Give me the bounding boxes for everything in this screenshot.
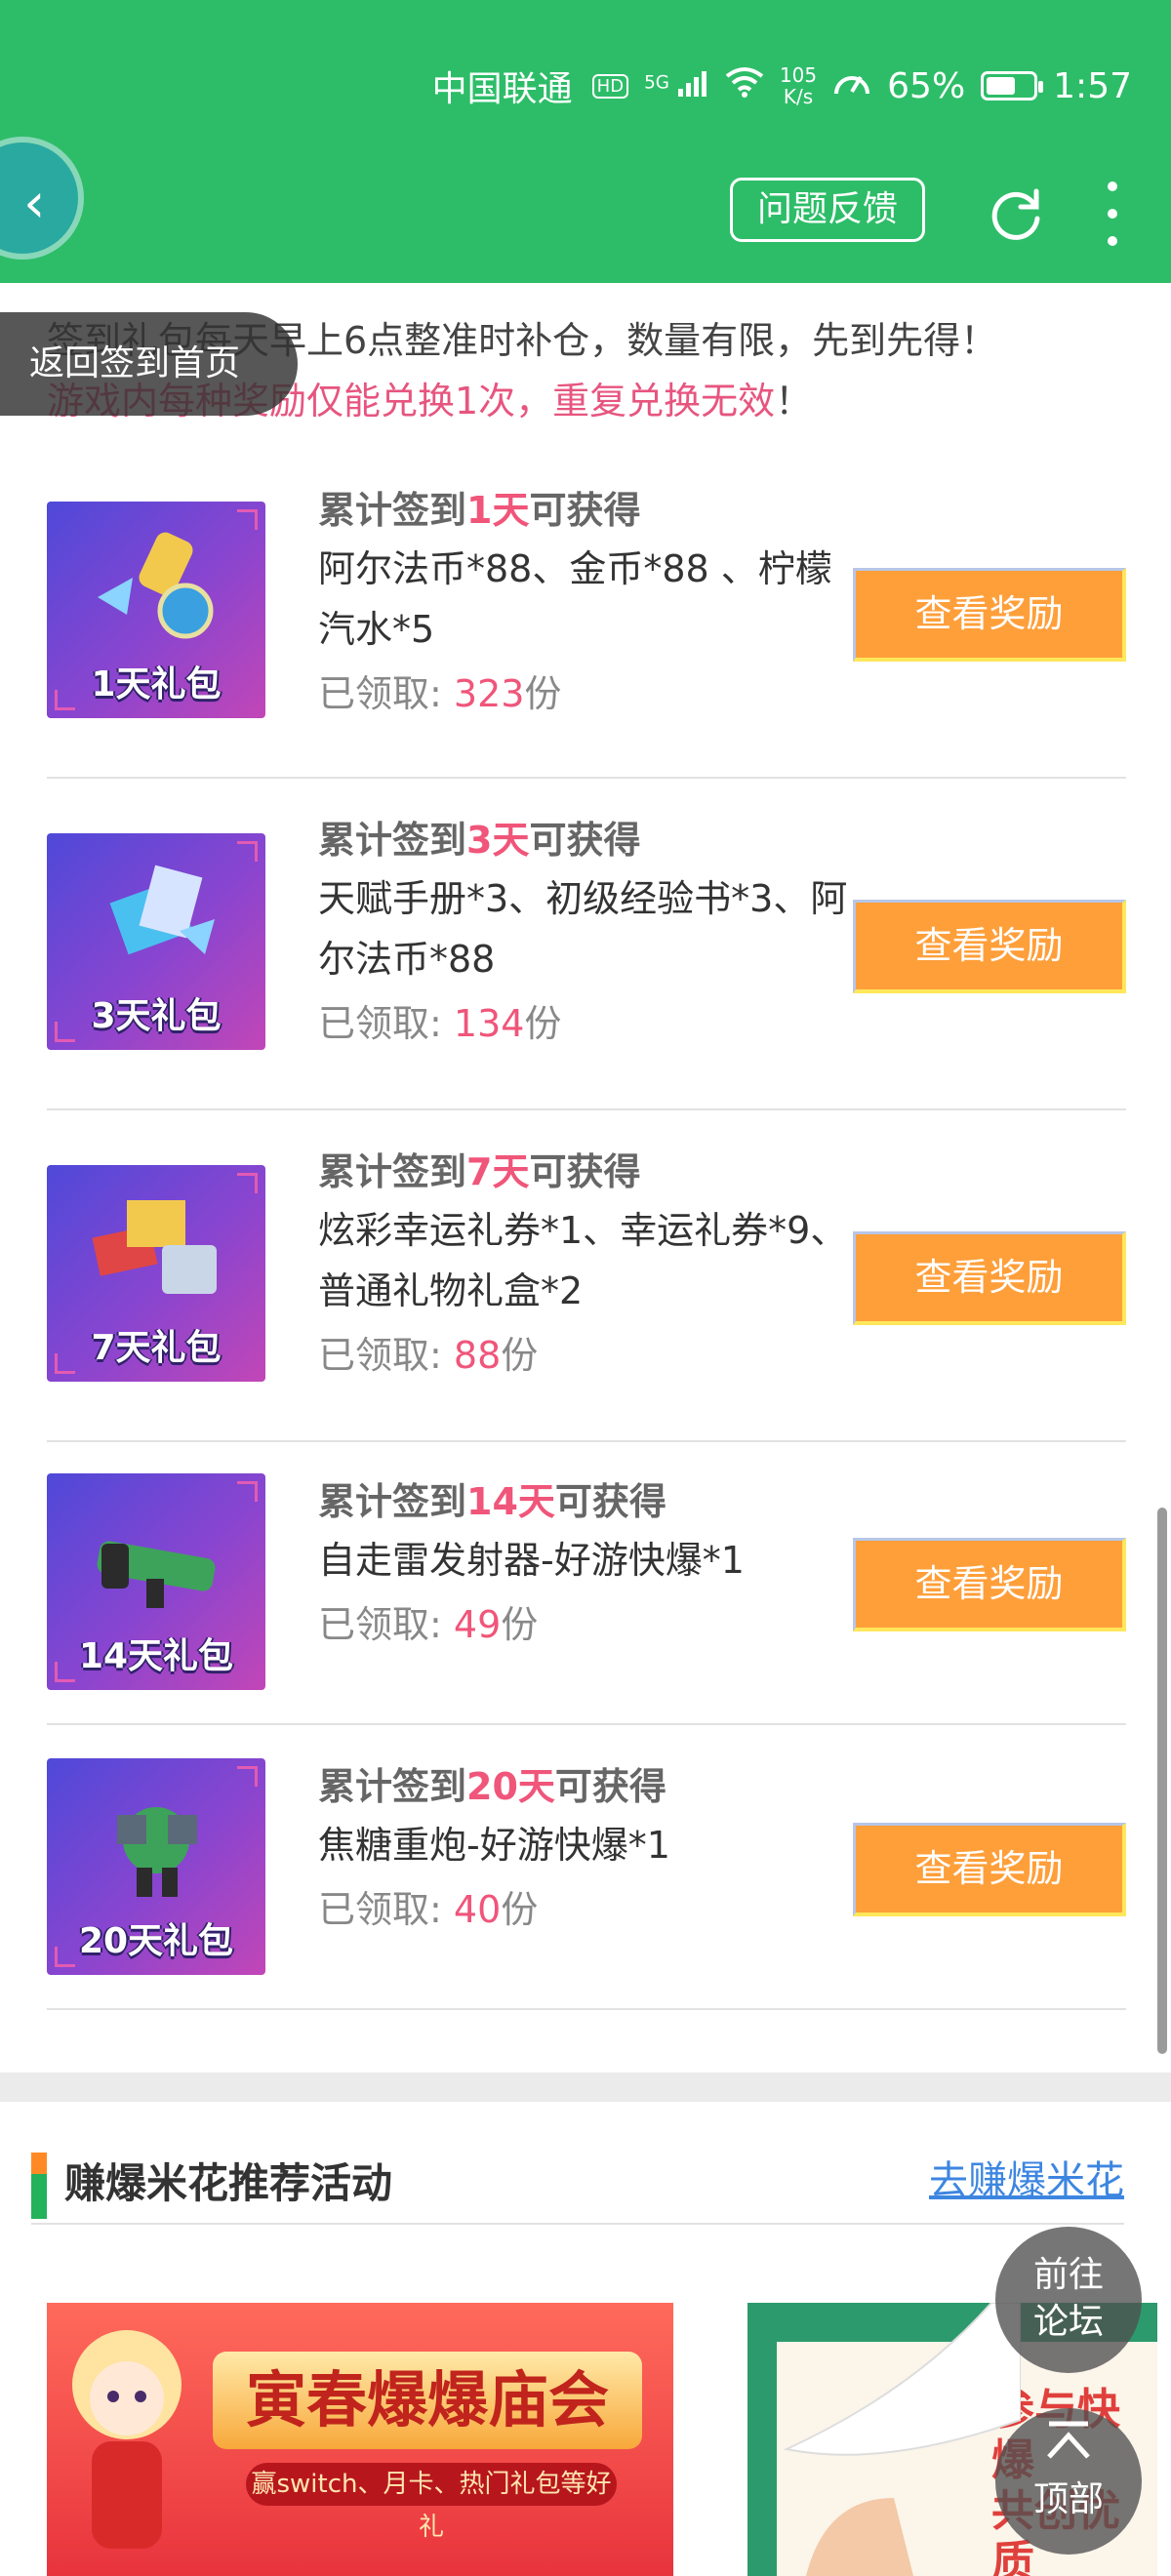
reward-desc: 焦糖重炮-好游快爆*1: [318, 1824, 670, 1867]
battery-icon: [981, 71, 1044, 101]
gift-pack-image: 14天礼包: [47, 1473, 265, 1690]
top-bar: 中国联通 HD 5G 105 K/s 65% 1:57 问题反馈: [0, 0, 1171, 283]
temple-fair-banner[interactable]: 寅春爆爆庙会 赢switch、月卡、热门礼包等好礼: [47, 2303, 673, 2576]
reward-info: 累计签到7天可获得 炫彩幸运礼券*1、幸运礼券*9、普通礼物礼盒*2 已领取: …: [318, 1144, 865, 1386]
view-reward-button[interactable]: 查看奖励: [853, 568, 1126, 662]
gift-label: 7天礼包: [91, 1328, 222, 1368]
claimed-count: 已领取: 88份: [318, 1334, 539, 1377]
banner-title: 寅春爆爆庙会: [213, 2352, 642, 2449]
speedometer-icon: [832, 64, 871, 108]
claimed-count: 已领取: 40份: [318, 1888, 539, 1931]
gift-label: 20天礼包: [78, 1921, 234, 1961]
gift-label: 3天礼包: [91, 996, 222, 1036]
chevron-left-icon: ‹: [23, 172, 46, 235]
claimed-count: 已领取: 323份: [318, 672, 562, 715]
claimed-count: 已领取: 49份: [318, 1603, 539, 1646]
wifi-icon: [725, 66, 764, 106]
gift-pack-image: 1天礼包: [47, 502, 265, 718]
gift-art-icon: [109, 865, 215, 955]
gift-art-icon: [98, 532, 214, 639]
scrollbar[interactable]: [1157, 1508, 1167, 2054]
feedback-button[interactable]: 问题反馈: [730, 178, 925, 242]
gift-pack-image: 3天礼包: [47, 833, 265, 1050]
reward-row: 3天礼包 累计签到3天可获得 天赋手册*3、初级经验书*3、阿尔法币*88 已领…: [47, 779, 1126, 1110]
section-title: 赚爆米花推荐活动: [64, 2159, 393, 2207]
reward-desc: 天赋手册*3、初级经验书*3、阿尔法币*88: [318, 877, 848, 981]
banner-subtitle: 赢switch、月卡、热门礼包等好礼: [246, 2463, 617, 2542]
go-to-forum-button[interactable]: 前往 论坛: [995, 2227, 1142, 2373]
gift-art-icon: [92, 1200, 217, 1294]
hd-badge: HD: [591, 73, 629, 99]
view-reward-button[interactable]: 查看奖励: [853, 1538, 1126, 1631]
reward-info: 累计签到20天可获得 焦糖重炮-好游快爆*1 已领取: 40份: [318, 1758, 865, 1940]
reward-title: 累计签到3天可获得: [318, 819, 641, 862]
carrier-label: 中国联通: [431, 69, 573, 109]
signal-icon: 5G: [644, 69, 709, 102]
claimed-count: 已领取: 134份: [318, 1002, 562, 1045]
section-accent-bar: [31, 2153, 47, 2219]
gift-pack-image: 20天礼包: [47, 1758, 265, 1975]
reward-desc: 炫彩幸运礼券*1、幸运礼券*9、普通礼物礼盒*2: [318, 1209, 848, 1312]
clock: 1:57: [1053, 65, 1132, 106]
reward-row: 14天礼包 累计签到14天可获得 自走雷发射器-好游快爆*1 已领取: 49份 …: [47, 1442, 1126, 1725]
chibi-character-icon: [72, 2330, 182, 2549]
reward-row: 20天礼包 累计签到20天可获得 焦糖重炮-好游快爆*1 已领取: 40份 查看…: [47, 1725, 1126, 2010]
reward-info: 累计签到3天可获得 天赋手册*3、初级经验书*3、阿尔法币*88 已领取: 13…: [318, 812, 865, 1054]
recommend-section-header: 赚爆米花推荐活动 去赚爆米花: [31, 2127, 1124, 2225]
arrow-up-icon: [995, 2408, 1142, 2476]
reward-title: 累计签到7天可获得: [318, 1150, 641, 1193]
gift-label: 1天礼包: [91, 664, 222, 704]
reward-row: 7天礼包 累计签到7天可获得 炫彩幸运礼券*1、幸运礼券*9、普通礼物礼盒*2 …: [47, 1110, 1126, 1442]
view-reward-button[interactable]: 查看奖励: [853, 900, 1126, 993]
back-to-top-button[interactable]: 顶部: [995, 2408, 1142, 2555]
reward-title: 累计签到1天可获得: [318, 489, 641, 532]
reward-desc: 阿尔法币*88、金币*88 、柠檬汽水*5: [318, 547, 832, 651]
gift-art-icon: [97, 1541, 216, 1608]
reward-info: 累计签到14天可获得 自走雷发射器-好游快爆*1 已领取: 49份: [318, 1473, 865, 1655]
section-divider: [0, 2073, 1171, 2102]
status-bar: 中国联通 HD 5G 105 K/s 65% 1:57: [432, 57, 1132, 115]
back-to-signin-tooltip[interactable]: 返回签到首页: [0, 312, 298, 416]
earn-popcorn-link[interactable]: 去赚爆米花: [929, 2149, 1124, 2205]
refresh-icon[interactable]: [986, 183, 1046, 244]
reward-desc: 自走雷发射器-好游快爆*1: [318, 1539, 745, 1582]
network-speed: 105 K/s: [779, 63, 818, 108]
reward-title: 累计签到20天可获得: [318, 1765, 666, 1808]
reward-title: 累计签到14天可获得: [318, 1480, 666, 1523]
gift-pack-image: 7天礼包: [47, 1165, 265, 1382]
gift-art-icon: [117, 1807, 197, 1897]
view-reward-button[interactable]: 查看奖励: [853, 1231, 1126, 1325]
reward-row: 1天礼包 累计签到1天可获得 阿尔法币*88、金币*88 、柠檬汽水*5 已领取…: [47, 468, 1126, 779]
battery-percent: 65%: [887, 65, 966, 106]
more-menu-icon[interactable]: [1095, 181, 1130, 246]
gift-label: 14天礼包: [78, 1636, 234, 1676]
reward-info: 累计签到1天可获得 阿尔法币*88、金币*88 、柠檬汽水*5 已领取: 323…: [318, 482, 865, 724]
page-curl-icon: [783, 2303, 1021, 2576]
view-reward-button[interactable]: 查看奖励: [853, 1823, 1126, 1916]
